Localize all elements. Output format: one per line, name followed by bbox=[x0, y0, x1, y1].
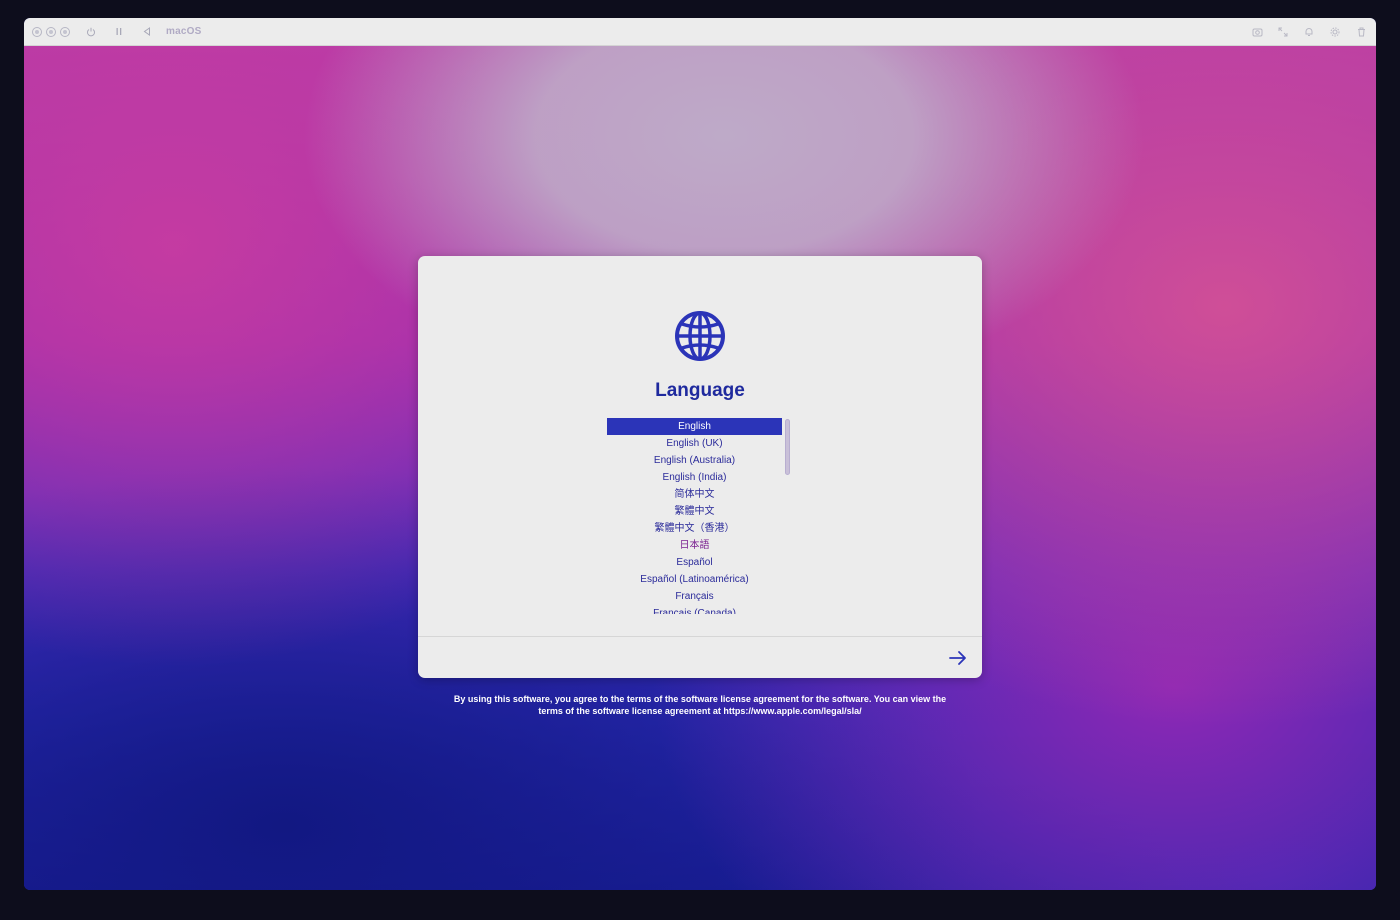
vm-title: macOS bbox=[166, 26, 202, 37]
settings-icon[interactable] bbox=[1328, 25, 1342, 39]
pause-icon[interactable] bbox=[112, 25, 126, 39]
card-divider bbox=[418, 636, 982, 637]
language-option[interactable]: Français (Canada) bbox=[607, 605, 782, 614]
desktop-wallpaper: Language English English (UK) English (Aus… bbox=[24, 46, 1376, 890]
license-line-2: terms of the software license agreement … bbox=[538, 706, 862, 716]
minimize-window-button[interactable] bbox=[46, 26, 56, 37]
notification-icon[interactable] bbox=[1302, 25, 1316, 39]
language-option[interactable]: 日本語 bbox=[607, 537, 782, 554]
power-icon[interactable] bbox=[84, 25, 98, 39]
language-option[interactable]: 繁體中文 bbox=[607, 503, 782, 520]
language-option[interactable]: 简体中文 bbox=[607, 486, 782, 503]
language-option[interactable]: Français bbox=[607, 588, 782, 605]
window-controls: macOS bbox=[24, 25, 201, 39]
license-notice: By using this software, you agree to the… bbox=[424, 693, 976, 717]
language-option[interactable]: English bbox=[607, 418, 782, 435]
arrow-right-icon bbox=[949, 651, 966, 665]
back-icon[interactable] bbox=[140, 25, 154, 39]
zoom-window-button[interactable] bbox=[60, 26, 70, 37]
language-option[interactable]: Español bbox=[607, 554, 782, 571]
trash-icon[interactable] bbox=[1354, 25, 1368, 39]
globe-icon bbox=[675, 311, 725, 361]
close-window-button[interactable] bbox=[32, 26, 42, 37]
capture-icon[interactable] bbox=[1250, 25, 1264, 39]
language-option[interactable]: Español (Latinoamérica) bbox=[607, 571, 782, 588]
language-option[interactable]: 繁體中文（香港） bbox=[607, 520, 782, 537]
vm-window: macOS Language English English (UK) Engl… bbox=[24, 18, 1376, 890]
resize-icon[interactable] bbox=[1276, 25, 1290, 39]
setup-assistant-card: Language English English (UK) English (Aus… bbox=[418, 256, 982, 678]
language-list[interactable]: English English (UK) English (Australia) En… bbox=[607, 418, 793, 614]
language-option[interactable]: English (Australia) bbox=[607, 452, 782, 469]
titlebar-tools bbox=[1250, 25, 1376, 39]
page-title: Language bbox=[655, 380, 745, 401]
language-option[interactable]: English (India) bbox=[607, 469, 782, 486]
language-list-scrollbar[interactable] bbox=[785, 419, 790, 475]
language-option[interactable]: English (UK) bbox=[607, 435, 782, 452]
license-line-1: By using this software, you agree to the… bbox=[453, 694, 947, 704]
continue-button[interactable] bbox=[946, 646, 970, 670]
vm-titlebar: macOS bbox=[24, 18, 1376, 46]
